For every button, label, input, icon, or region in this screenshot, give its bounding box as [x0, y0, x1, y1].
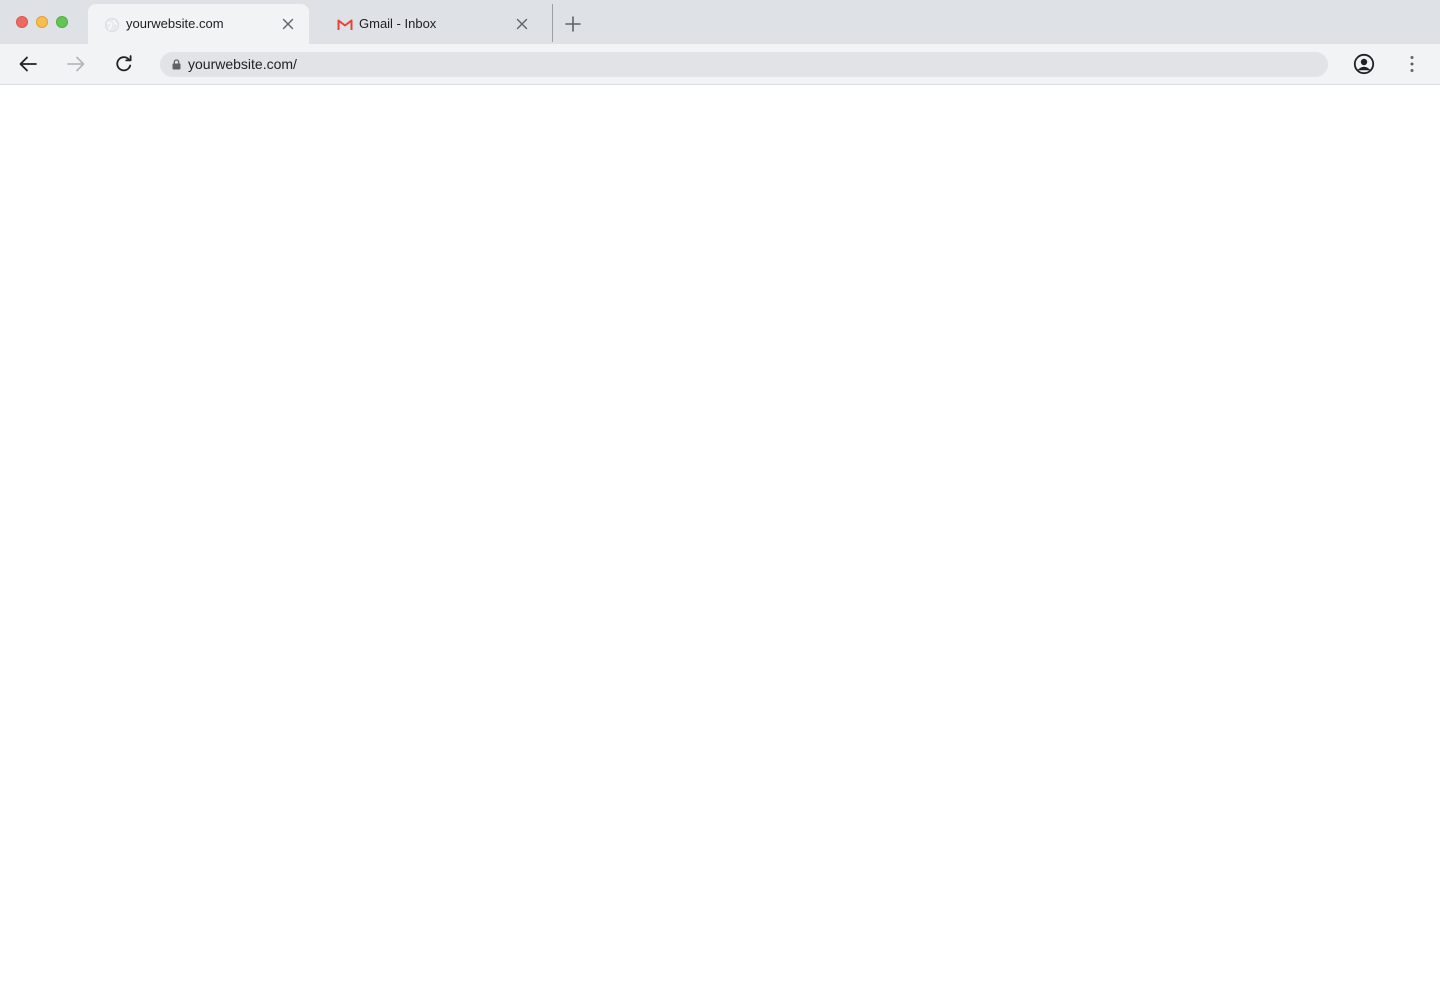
gmail-icon [337, 17, 353, 33]
more-vertical-icon[interactable] [1401, 53, 1423, 75]
browser-toolbar: yourwebsite.com/ [0, 44, 1440, 85]
tab-yourwebsite[interactable]: yourwebsite.com [88, 4, 309, 44]
page-content[interactable] [0, 85, 1440, 985]
url-text[interactable]: yourwebsite.com/ [188, 56, 297, 73]
window-close-button[interactable] [16, 16, 28, 28]
profile-avatar-icon[interactable] [1353, 53, 1375, 75]
window-maximize-button[interactable] [56, 16, 68, 28]
reload-icon[interactable] [113, 53, 135, 75]
new-tab-plus-icon[interactable] [564, 15, 582, 33]
back-arrow-icon[interactable] [17, 53, 39, 75]
tab-gmail-inbox[interactable]: Gmail - Inbox [321, 4, 543, 44]
browser-window: yourwebsite.com Gmail - Inbox yourwebsit… [0, 0, 1440, 985]
close-icon[interactable] [281, 17, 295, 31]
tab-divider [552, 4, 553, 42]
tab-title: yourwebsite.com [126, 16, 224, 31]
window-minimize-button[interactable] [36, 16, 48, 28]
forward-arrow-icon[interactable] [65, 53, 87, 75]
lock-icon[interactable] [172, 59, 181, 70]
tab-title: Gmail - Inbox [359, 16, 437, 31]
globe-icon [104, 17, 120, 33]
close-icon[interactable] [515, 17, 529, 31]
address-bar[interactable]: yourwebsite.com/ [160, 52, 1328, 77]
tab-strip: yourwebsite.com Gmail - Inbox [0, 0, 1440, 44]
